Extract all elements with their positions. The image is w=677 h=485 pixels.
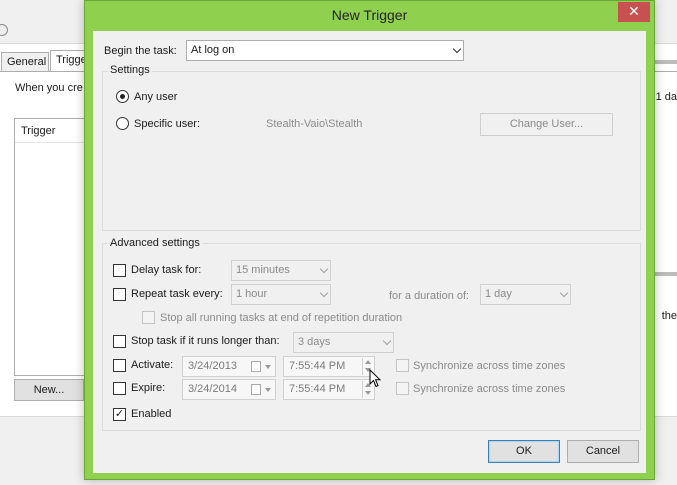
- any-user-radio[interactable]: [116, 90, 129, 103]
- expire-date-value: 3/24/2014: [188, 383, 237, 395]
- activate-checkbox[interactable]: [113, 359, 126, 372]
- expire-checkbox[interactable]: [113, 382, 126, 395]
- chevron-down-icon: [559, 288, 569, 298]
- duration-label: for a duration of:: [389, 290, 470, 302]
- specific-user-label[interactable]: Specific user:: [134, 118, 200, 130]
- stop-longer-checkbox[interactable]: [113, 335, 126, 348]
- stop-longer-label[interactable]: Stop task if it runs longer than:: [131, 335, 280, 347]
- enabled-checkbox[interactable]: ✓: [113, 408, 126, 421]
- chevron-down-icon: [319, 264, 329, 274]
- enabled-label[interactable]: Enabled: [131, 408, 171, 420]
- chevron-down-icon: [265, 365, 271, 369]
- tab-general[interactable]: General: [1, 52, 49, 72]
- expire-label[interactable]: Expire:: [131, 382, 165, 394]
- expire-time-picker[interactable]: 7:55:44 PM: [283, 379, 375, 400]
- parent-right-text-bottom: the: [661, 310, 677, 322]
- repeat-task-value: 1 hour: [236, 288, 268, 300]
- stop-longer-value: 3 days: [298, 336, 331, 348]
- expire-date-picker[interactable]: 3/24/2014: [182, 379, 276, 400]
- spin-down-icon: [365, 391, 371, 395]
- activate-date-picker[interactable]: 3/24/2013: [182, 356, 276, 377]
- begin-task-label: Begin the task:: [104, 45, 177, 57]
- cancel-button[interactable]: Cancel: [567, 440, 639, 463]
- calendar-icon: [251, 384, 261, 395]
- begin-task-select[interactable]: At log on: [186, 40, 464, 61]
- settings-group: [102, 71, 641, 231]
- close-button[interactable]: ✕: [618, 2, 650, 22]
- activate-label[interactable]: Activate:: [131, 359, 173, 371]
- specific-user-value: Stealth-Vaio\Stealth: [266, 118, 363, 130]
- activate-sync-checkbox[interactable]: [396, 359, 409, 372]
- delay-task-checkbox[interactable]: [113, 264, 126, 277]
- activate-time-picker[interactable]: 7:55:44 PM: [283, 356, 375, 377]
- activate-date-value: 3/24/2013: [188, 360, 237, 372]
- parent-right-divider: [655, 60, 677, 64]
- expire-time-value: 7:55:44 PM: [289, 383, 346, 395]
- close-icon: ✕: [628, 3, 640, 19]
- specific-user-radio[interactable]: [116, 117, 129, 130]
- checkmark-icon: ✓: [114, 408, 125, 420]
- chevron-down-icon: [452, 44, 462, 54]
- triggers-list[interactable]: Trigger: [14, 118, 94, 376]
- dialog-client-area: Begin the task: At log on Settings Any u…: [93, 31, 646, 473]
- chevron-down-icon: [382, 336, 392, 346]
- app-icon: [0, 24, 8, 36]
- spin-up-icon: [365, 360, 371, 364]
- stop-longer-select[interactable]: 3 days: [293, 332, 394, 353]
- activate-sync-label: Synchronize across time zones: [413, 360, 566, 372]
- chevron-down-icon: [319, 288, 329, 298]
- parent-right-text-top: 1 da: [655, 91, 677, 103]
- ok-button[interactable]: OK: [488, 440, 560, 463]
- repeat-task-checkbox[interactable]: [113, 288, 126, 301]
- expire-sync-checkbox[interactable]: [396, 382, 409, 395]
- dialog-title: New Trigger: [331, 7, 408, 23]
- change-user-button[interactable]: Change User...: [480, 113, 613, 136]
- expire-sync-label: Synchronize across time zones: [413, 383, 566, 395]
- delay-task-select[interactable]: 15 minutes: [231, 260, 331, 281]
- advanced-settings-title: Advanced settings: [108, 237, 202, 249]
- delay-task-value: 15 minutes: [236, 264, 290, 276]
- parent-right-divider-2: [655, 272, 677, 276]
- trigger-column-header[interactable]: Trigger: [15, 119, 93, 143]
- repeat-task-select[interactable]: 1 hour: [231, 284, 331, 305]
- settings-group-title: Settings: [108, 64, 152, 76]
- duration-value: 1 day: [485, 288, 512, 300]
- chevron-down-icon: [265, 388, 271, 392]
- begin-task-value: At log on: [191, 44, 235, 56]
- parent-description: When you cre: [15, 82, 83, 94]
- mouse-cursor-icon: [369, 369, 381, 388]
- duration-select[interactable]: 1 day: [480, 284, 571, 305]
- stop-running-tasks-checkbox[interactable]: [142, 311, 155, 324]
- any-user-label[interactable]: Any user: [134, 91, 177, 103]
- repeat-task-label[interactable]: Repeat task every:: [131, 288, 223, 300]
- new-trigger-button[interactable]: New...: [14, 379, 84, 401]
- delay-task-label[interactable]: Delay task for:: [131, 264, 201, 276]
- new-trigger-dialog: New Trigger ✕ Begin the task: At log on …: [84, 0, 655, 480]
- calendar-icon: [251, 361, 261, 372]
- stop-running-tasks-label: Stop all running tasks at end of repetit…: [160, 312, 403, 324]
- activate-time-value: 7:55:44 PM: [289, 360, 346, 372]
